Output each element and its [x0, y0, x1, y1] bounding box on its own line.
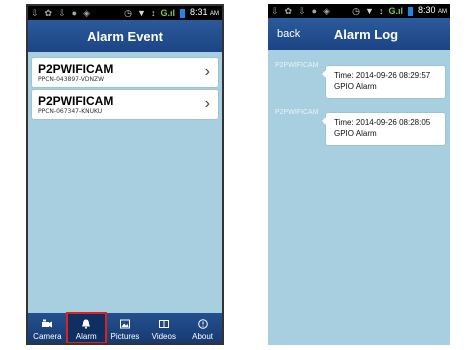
video-icon — [158, 320, 169, 328]
signal-icon: G.ıl — [160, 8, 175, 18]
app-icon: ✿ — [44, 8, 53, 18]
usb-icon: ⇩ — [271, 6, 279, 16]
system-icons: ◷ ▼ ↕ G.ıl 8:30 AM — [352, 4, 447, 19]
title-bar: back Alarm Log — [268, 18, 450, 50]
wifi-icon: ▼ — [137, 8, 146, 18]
app-icon: ◈ — [323, 6, 330, 16]
log-type: GPIO Alarm — [334, 82, 377, 91]
bell-icon — [82, 319, 91, 329]
status-bar: ⇩ ✿ ⇩ ● ◈ ◷ ▼ ↕ G.ıl 8:31 AM — [28, 6, 222, 20]
app-icon: ● — [71, 8, 78, 18]
notification-icons: ⇩ ✿ ⇩ ● ◈ — [31, 6, 90, 20]
device-uid: PPCN-067347-KNUKU — [38, 108, 103, 115]
app-icon: ✿ — [284, 6, 293, 16]
alarm-event-screen: ⇩ ✿ ⇩ ● ◈ ◷ ▼ ↕ G.ıl 8:31 AM Alarm Event… — [26, 4, 224, 345]
picture-icon — [119, 319, 130, 329]
usb-icon: ⇩ — [58, 8, 66, 18]
tab-about[interactable]: About — [183, 313, 222, 343]
battery-icon — [407, 6, 413, 16]
notification-icons: ⇩ ✿ ⇩ ● ◈ — [271, 4, 330, 18]
battery-icon — [179, 8, 185, 18]
device-name: P2PWIFICAM — [38, 94, 114, 108]
app-icon: ● — [311, 6, 318, 16]
title-bar: Alarm Event — [28, 20, 222, 52]
log-device-name: P2PWIFICAM — [275, 62, 319, 69]
data-icon: ↕ — [378, 6, 384, 16]
log-bubble: Time: 2014-09-26 08:29:57 GPIO Alarm — [322, 66, 445, 98]
alarm-log-screen: ⇩ ✿ ⇩ ● ◈ ◷ ▼ ↕ G.ıl 8:30 AM back Alarm … — [268, 4, 450, 345]
log-time: Time: 2014-09-26 08:29:57 — [334, 71, 431, 80]
wifi-icon: ▼ — [365, 6, 374, 16]
device-row[interactable]: P2PWIFICAM PPCN-043897-VDNZW › — [32, 58, 218, 87]
usb-icon: ⇩ — [298, 6, 306, 16]
log-type: GPIO Alarm — [334, 129, 377, 138]
system-icons: ◷ ▼ ↕ G.ıl 8:31 AM — [124, 6, 219, 21]
log-device-name: P2PWIFICAM — [275, 109, 319, 116]
tab-camera[interactable]: Camera — [28, 313, 67, 343]
log-entry[interactable]: P2PWIFICAM Time: 2014-09-26 08:29:57 GPI… — [268, 60, 450, 100]
device-row[interactable]: P2PWIFICAM PPCN-067347-KNUKU › — [32, 90, 218, 119]
status-time: 8:31 AM — [189, 7, 219, 17]
camera-icon — [42, 319, 53, 328]
page-title: Alarm Log — [333, 26, 399, 42]
tab-alarm[interactable]: Alarm — [65, 312, 107, 343]
bottom-tab-bar: Camera Alarm Pictures Videos About — [28, 312, 222, 343]
chevron-right-icon: › — [204, 63, 210, 80]
info-icon — [197, 319, 208, 329]
status-bar: ⇩ ✿ ⇩ ● ◈ ◷ ▼ ↕ G.ıl 8:30 AM — [268, 4, 450, 18]
signal-icon: G.ıl — [388, 6, 403, 16]
data-icon: ↕ — [150, 8, 156, 18]
device-uid: PPCN-043897-VDNZW — [38, 76, 105, 83]
tab-pictures[interactable]: Pictures — [106, 313, 145, 343]
alarm-clock-icon: ◷ — [352, 6, 361, 16]
back-button[interactable]: back — [277, 18, 300, 50]
device-name: P2PWIFICAM — [38, 62, 114, 76]
usb-icon: ⇩ — [31, 8, 39, 18]
alarm-clock-icon: ◷ — [124, 8, 133, 18]
log-bubble: Time: 2014-09-26 08:28:05 GPIO Alarm — [322, 113, 445, 145]
tab-videos[interactable]: Videos — [144, 313, 183, 343]
page-title: Alarm Event — [87, 28, 163, 44]
log-entry[interactable]: P2PWIFICAM Time: 2014-09-26 08:28:05 GPI… — [268, 107, 450, 147]
log-time: Time: 2014-09-26 08:28:05 — [334, 118, 431, 127]
app-icon: ◈ — [83, 8, 90, 18]
status-time: 8:30 AM — [417, 5, 447, 15]
chevron-right-icon: › — [204, 95, 210, 112]
